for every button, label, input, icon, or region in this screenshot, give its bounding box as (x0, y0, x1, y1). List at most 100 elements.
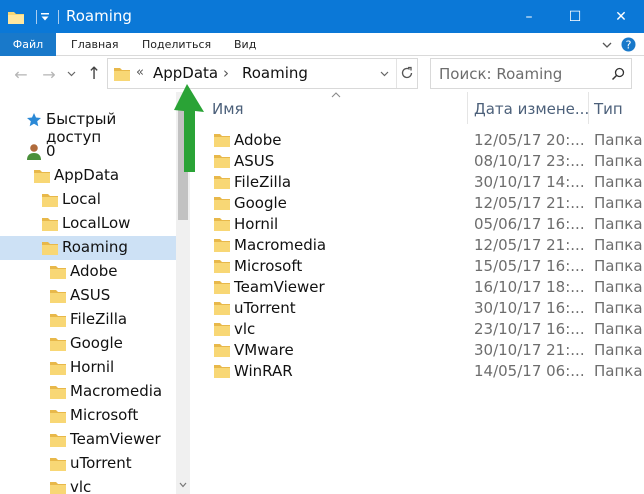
folder-icon (214, 323, 230, 336)
nav-tree-item[interactable]: LocalLow (0, 212, 176, 236)
file-type: Папка (594, 299, 643, 317)
file-row[interactable]: vlc 23/10/17 16:... Папка (190, 319, 644, 340)
annotation-arrow-icon (174, 84, 204, 172)
file-type: Папка (594, 278, 643, 296)
column-header-type[interactable]: Тип (594, 97, 623, 121)
nav-tree-item[interactable]: Hornil (0, 356, 176, 380)
forward-button[interactable]: → (38, 62, 60, 86)
window-title: Roaming (66, 7, 132, 25)
file-date: 30/10/17 21:... (474, 341, 585, 359)
nav-tree-item-label: TeamViewer (70, 430, 161, 448)
nav-tree-item[interactable]: FileZilla (0, 308, 176, 332)
file-date: 30/10/17 16:... (474, 299, 585, 317)
file-row[interactable]: Microsoft 15/05/17 16:... Папка (190, 256, 644, 277)
nav-tree-item[interactable]: Local (0, 188, 176, 212)
file-row[interactable]: FileZilla 30/10/17 14:... Папка (190, 172, 644, 193)
file-row[interactable]: VMware 30/10/17 21:... Папка (190, 340, 644, 361)
file-row[interactable]: Google 12/05/17 21:... Папка (190, 193, 644, 214)
file-row[interactable]: uTorrent 30/10/17 16:... Папка (190, 298, 644, 319)
address-bar[interactable]: « AppData › Roaming (107, 58, 418, 89)
file-row[interactable]: WinRAR 14/05/17 06:... Папка (190, 361, 644, 382)
file-row[interactable]: Macromedia 12/05/17 21:... Папка (190, 235, 644, 256)
user-folder-label: 0 (46, 142, 56, 160)
tab-view[interactable]: Вид (234, 33, 256, 56)
user-folder-item[interactable]: 0 (0, 140, 176, 164)
address-history-chevron-icon[interactable] (380, 71, 389, 77)
file-date: 16/10/17 18:... (474, 278, 585, 296)
minimize-button[interactable]: – (506, 0, 552, 33)
column-header-name[interactable]: Имя (212, 97, 244, 121)
forward-arrow-icon: → (42, 64, 56, 84)
folder-icon (214, 260, 230, 273)
file-date: 12/05/17 20:... (474, 131, 585, 149)
ribbon: Файл Главная Поделиться Вид ? (0, 33, 644, 56)
file-row[interactable]: TeamViewer 16/10/17 18:... Папка (190, 277, 644, 298)
folder-icon (214, 218, 230, 231)
file-name: Google (234, 194, 287, 212)
nav-tree-item[interactable]: Macromedia (0, 380, 176, 404)
search-input[interactable] (439, 64, 599, 84)
column-divider[interactable] (588, 92, 589, 124)
nav-tree-item[interactable]: AppData (0, 164, 176, 188)
recent-locations-button[interactable] (64, 62, 78, 86)
explorer-window: Roaming – ☐ ✕ Файл Главная Поделиться Ви… (0, 0, 644, 494)
file-row[interactable]: ASUS 08/10/17 23:... Папка (190, 151, 644, 172)
refresh-icon[interactable] (400, 66, 414, 80)
nav-tree-item[interactable]: ASUS (0, 284, 176, 308)
quick-access-item[interactable]: Быстрый доступ (0, 108, 176, 146)
help-icon[interactable]: ? (621, 37, 636, 52)
sort-ascending-icon (331, 92, 341, 98)
app-folder-icon (8, 0, 24, 33)
nav-tree-item[interactable]: uTorrent (0, 452, 176, 476)
close-button[interactable]: ✕ (598, 0, 644, 33)
title-bar: Roaming – ☐ ✕ (0, 0, 644, 33)
folder-icon (214, 155, 230, 168)
nav-tree-item[interactable]: Google (0, 332, 176, 356)
nav-tree-item[interactable]: TeamViewer (0, 428, 176, 452)
column-divider[interactable] (467, 92, 468, 124)
folder-icon (50, 290, 66, 303)
tab-home[interactable]: Главная (71, 33, 119, 56)
file-row[interactable]: Hornil 05/06/17 16:... Папка (190, 214, 644, 235)
search-box[interactable] (430, 58, 632, 89)
expand-ribbon-icon[interactable] (602, 41, 612, 49)
chevron-down-icon (67, 71, 75, 77)
file-type: Папка (594, 131, 643, 149)
file-type: Папка (594, 236, 643, 254)
folder-icon (42, 194, 58, 207)
tab-share[interactable]: Поделиться (142, 33, 211, 56)
folder-icon (214, 302, 230, 315)
nav-tree-item[interactable]: Microsoft (0, 404, 176, 428)
maximize-button[interactable]: ☐ (552, 0, 598, 33)
folder-icon (50, 434, 66, 447)
nav-tree-item[interactable]: vlc (0, 476, 176, 494)
file-type: Папка (594, 173, 643, 191)
file-date: 08/10/17 23:... (474, 152, 585, 170)
file-type: Папка (594, 152, 643, 170)
star-icon (27, 113, 41, 127)
tab-file[interactable]: Файл (0, 33, 56, 56)
folder-icon (214, 239, 230, 252)
file-row[interactable]: Adobe 12/05/17 20:... Папка (190, 130, 644, 151)
nav-tree-item[interactable]: Adobe (0, 260, 176, 284)
nav-tree-item-label: Macromedia (70, 382, 163, 400)
column-header-date[interactable]: Дата измене... (474, 97, 589, 121)
scroll-down-icon[interactable] (179, 482, 187, 488)
close-icon: ✕ (615, 8, 627, 25)
nav-tree-item-label: AppData (54, 166, 120, 184)
up-button[interactable]: ↑ (84, 62, 104, 86)
separator (53, 0, 63, 33)
quick-access-dropdown-icon[interactable] (38, 0, 52, 33)
nav-tree-item[interactable]: Roaming (0, 236, 176, 260)
maximize-icon: ☐ (568, 8, 582, 25)
file-list: Имя Дата измене... Тип Adobe 12/05/17 20:… (190, 92, 644, 494)
nav-tree-item-label: Hornil (70, 358, 115, 376)
back-button[interactable]: ← (10, 62, 32, 86)
folder-icon (50, 314, 66, 327)
address-overflow[interactable]: « (136, 65, 144, 80)
file-type: Папка (594, 362, 643, 380)
breadcrumb-separator: › (223, 64, 229, 82)
breadcrumb-roaming[interactable]: Roaming (242, 64, 308, 82)
search-icon[interactable] (611, 67, 625, 81)
file-date: 05/06/17 16:... (474, 215, 585, 233)
